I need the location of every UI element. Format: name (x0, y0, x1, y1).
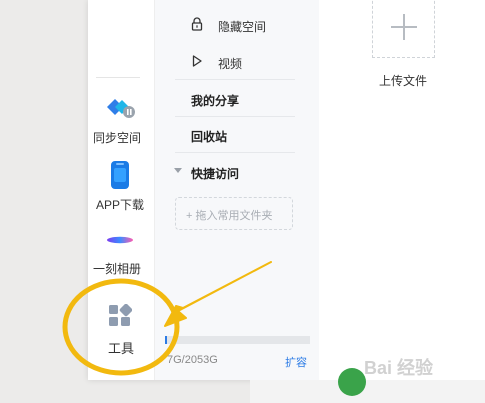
annotation-circle (62, 278, 180, 376)
annotation-overlay (62, 261, 272, 376)
annotation-arrow (164, 261, 272, 327)
